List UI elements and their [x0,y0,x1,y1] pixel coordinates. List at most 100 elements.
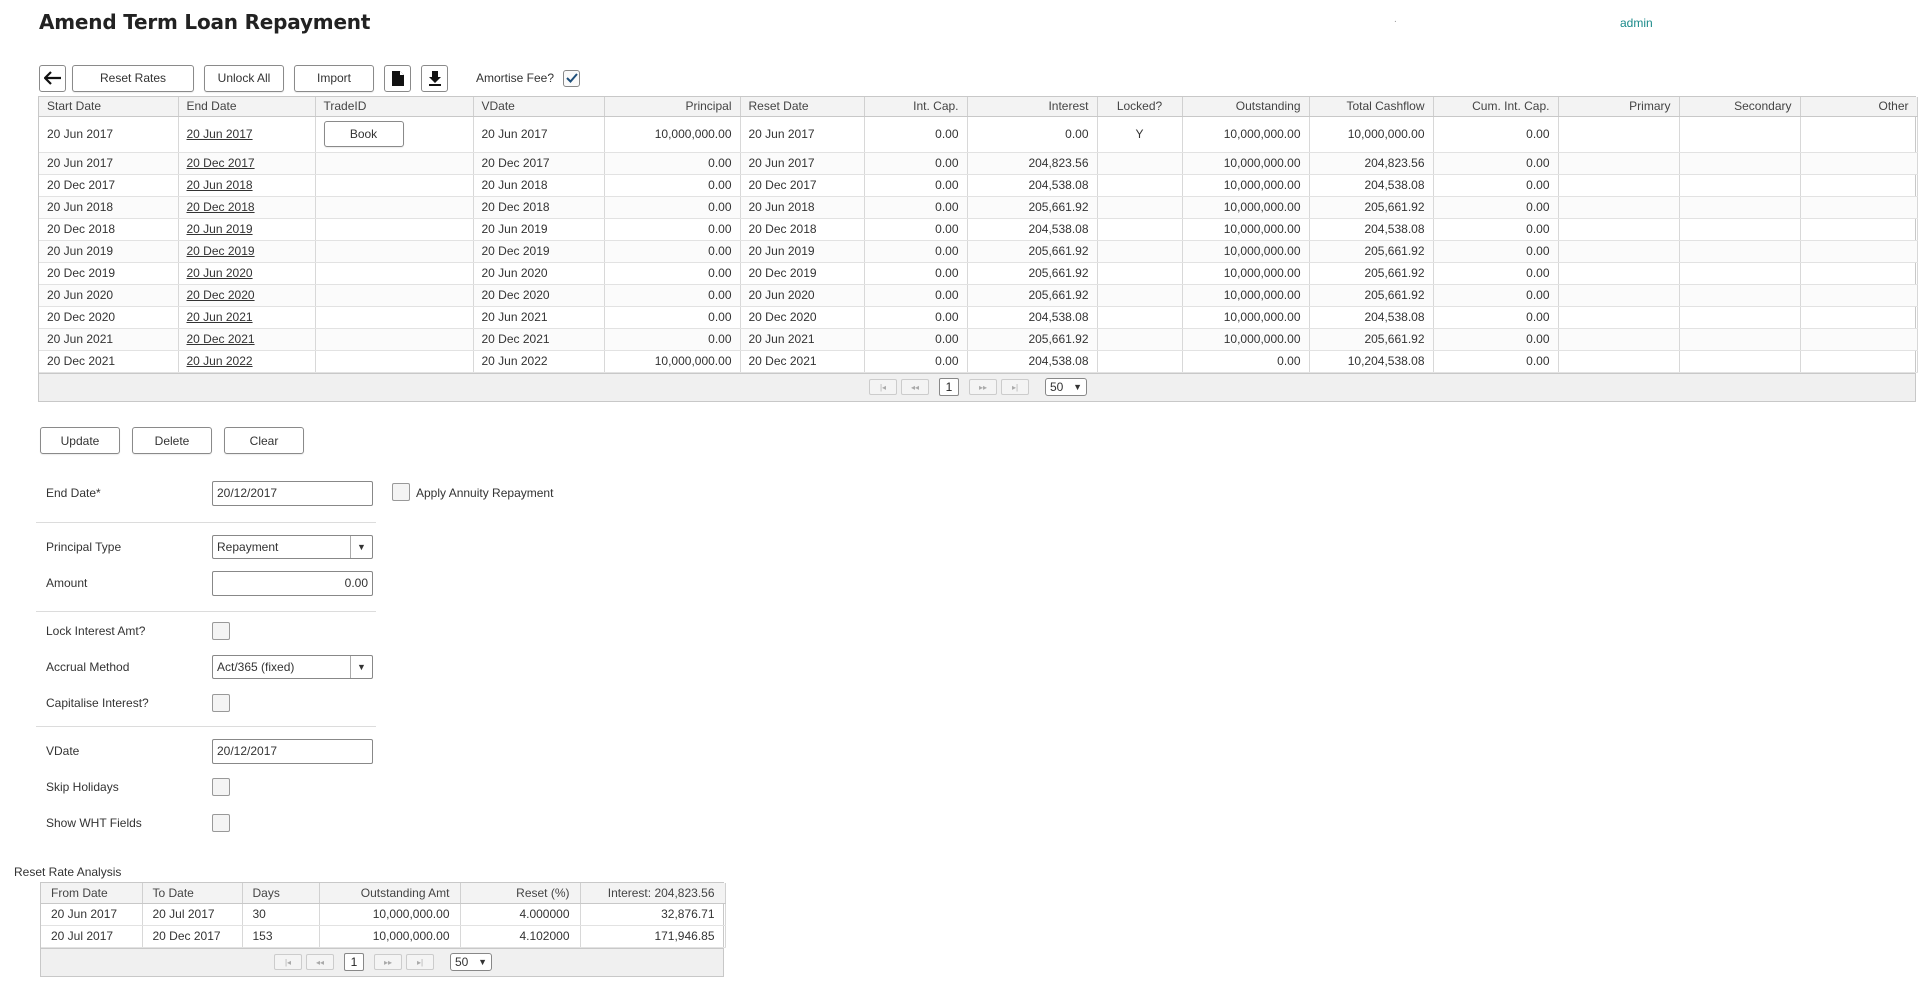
accrual-method-label: Accrual Method [46,660,130,674]
col-vdate[interactable]: VDate [473,97,605,117]
table-row[interactable]: 20 Jun 2019 20 Dec 2019 20 Dec 2019 0.00 20 … [39,240,1918,263]
principal-type-select[interactable]: Repayment ▼ [212,535,373,559]
unlock-all-button[interactable]: Unlock All [204,64,284,92]
page-size-select[interactable]: 50 ▼ [450,953,492,971]
cell-locked [1097,174,1183,197]
current-page[interactable]: 1 [939,378,959,396]
cell-outstanding: 10,000,000.00 [1182,152,1310,175]
col-start-date[interactable]: Start Date [39,97,179,117]
rr-col-to-date[interactable]: To Date [142,883,243,904]
delete-button[interactable]: Delete [132,427,212,454]
table-row[interactable]: 20 Dec 2020 20 Jun 2021 20 Jun 2021 0.00 20 … [39,306,1918,329]
last-page-button[interactable]: ▸| [406,954,434,970]
col-cum-int-cap[interactable]: Cum. Int. Cap. [1433,97,1559,117]
end-date-link[interactable]: 20 Jun 2019 [187,222,253,236]
user-link[interactable]: admin [1620,16,1653,30]
table-row[interactable]: 20 Jun 2018 20 Dec 2018 20 Dec 2018 0.00 20 … [39,196,1918,219]
end-date-link[interactable]: 20 Jun 2017 [187,127,253,141]
new-document-button[interactable] [384,64,411,92]
rr-col-interest[interactable]: Interest: 204,823.56 [580,883,726,904]
col-secondary[interactable]: Secondary [1679,97,1801,117]
col-principal[interactable]: Principal [604,97,741,117]
rr-col-reset[interactable]: Reset (%) [460,883,581,904]
col-interest[interactable]: Interest [967,97,1098,117]
end-date-link[interactable]: 20 Dec 2021 [187,332,255,346]
annuity-repayment-checkbox[interactable] [392,483,410,501]
cell-principal: 0.00 [604,284,741,307]
show-wht-checkbox[interactable] [212,814,230,832]
table-row[interactable]: 20 Jul 2017 20 Dec 2017 153 10,000,000.00 4.… [41,925,726,948]
cell-outstanding: 10,000,000.00 [1182,240,1310,263]
table-row[interactable]: 20 Jun 2021 20 Dec 2021 20 Dec 2021 0.00 20 … [39,328,1918,351]
end-date-input[interactable]: 20/12/2017 [212,480,373,506]
table-row[interactable]: 20 Jun 2020 20 Dec 2020 20 Dec 2020 0.00 20 … [39,284,1918,307]
table-row[interactable]: 20 Jun 2017 20 Jun 2017 Book 20 Jun 2017 10,… [39,116,1918,153]
rr-col-days[interactable]: Days [242,883,320,904]
cell-primary [1558,328,1680,351]
col-end-date[interactable]: End Date [178,97,316,117]
back-button[interactable] [39,64,66,92]
table-row[interactable]: 20 Dec 2018 20 Jun 2019 20 Jun 2019 0.00 20 … [39,218,1918,241]
table-row[interactable]: 20 Jun 2017 20 Dec 2017 20 Dec 2017 0.00 20 … [39,152,1918,175]
table-row[interactable]: 20 Dec 2017 20 Jun 2018 20 Jun 2018 0.00 20 … [39,174,1918,197]
end-date-link[interactable]: 20 Jun 2018 [187,178,253,192]
cell-start-date: 20 Dec 2020 [39,306,179,329]
rr-col-from-date[interactable]: From Date [41,883,143,904]
import-button[interactable]: Import [294,64,374,92]
table-row[interactable]: 20 Dec 2021 20 Jun 2022 20 Jun 2022 10,000,… [39,350,1918,373]
page-size-select[interactable]: 50 ▼ [1045,378,1087,396]
last-page-button[interactable]: ▸| [1001,379,1029,395]
col-trade-id[interactable]: TradeID [315,97,474,117]
rr-col-outstanding[interactable]: Outstanding Amt [319,883,461,904]
end-date-link[interactable]: 20 Dec 2019 [187,244,255,258]
cell-int-cap: 0.00 [864,116,968,153]
clear-button[interactable]: Clear [224,427,304,454]
col-total-cashflow[interactable]: Total Cashflow [1309,97,1434,117]
page-size-value: 50 [1050,380,1064,394]
cell-other [1800,262,1918,285]
col-reset-date[interactable]: Reset Date [740,97,865,117]
download-button[interactable] [421,64,448,92]
check-icon [565,73,578,83]
cell-interest: 205,661.92 [967,196,1098,219]
end-date-link[interactable]: 20 Dec 2017 [187,156,255,170]
amortise-fee-checkbox[interactable] [563,69,581,87]
end-date-link[interactable]: 20 Jun 2021 [187,310,253,324]
cell-total-cashflow: 205,661.92 [1309,328,1434,351]
download-icon [428,71,441,86]
end-date-link[interactable]: 20 Jun 2020 [187,266,253,280]
col-outstanding[interactable]: Outstanding [1182,97,1310,117]
end-date-link[interactable]: 20 Dec 2018 [187,200,255,214]
col-other[interactable]: Other [1800,97,1918,117]
end-date-link[interactable]: 20 Dec 2020 [187,288,255,302]
action-buttons: Update Delete Clear [40,427,316,454]
vdate-input[interactable]: 20/12/2017 [212,738,373,764]
skip-holidays-checkbox[interactable] [212,778,230,796]
end-date-link[interactable]: 20 Jun 2022 [187,354,253,368]
chevron-down-icon: ▼ [350,536,372,558]
current-page[interactable]: 1 [344,953,364,971]
lock-interest-checkbox[interactable] [212,622,230,640]
amount-input[interactable]: 0.00 [212,570,373,596]
first-page-button[interactable]: |◂ [869,379,897,395]
col-int-cap[interactable]: Int. Cap. [864,97,968,117]
cell-start-date: 20 Jun 2017 [39,152,179,175]
accrual-method-select[interactable]: Act/365 (fixed) ▼ [212,655,373,679]
capitalise-interest-checkbox[interactable] [212,694,230,712]
col-primary[interactable]: Primary [1558,97,1680,117]
first-page-button[interactable]: |◂ [274,954,302,970]
table-row[interactable]: 20 Dec 2019 20 Jun 2020 20 Jun 2020 0.00 20 … [39,262,1918,285]
col-locked[interactable]: Locked? [1097,97,1183,117]
prev-page-button[interactable]: ◂◂ [901,379,929,395]
reset-rate-grid: From Date To Date Days Outstanding Amt R… [40,882,726,977]
reset-rates-button[interactable]: Reset Rates [72,64,194,92]
table-row[interactable]: 20 Jun 2017 20 Jul 2017 30 10,000,000.00 4.0… [41,903,726,926]
cell-vdate: 20 Jun 2019 [473,218,605,241]
cell-cum-int-cap: 0.00 [1433,218,1559,241]
prev-page-button[interactable]: ◂◂ [306,954,334,970]
next-page-button[interactable]: ▸▸ [374,954,402,970]
next-page-button[interactable]: ▸▸ [969,379,997,395]
cell-cum-int-cap: 0.00 [1433,350,1559,373]
update-button[interactable]: Update [40,427,120,454]
book-button[interactable]: Book [323,121,404,147]
